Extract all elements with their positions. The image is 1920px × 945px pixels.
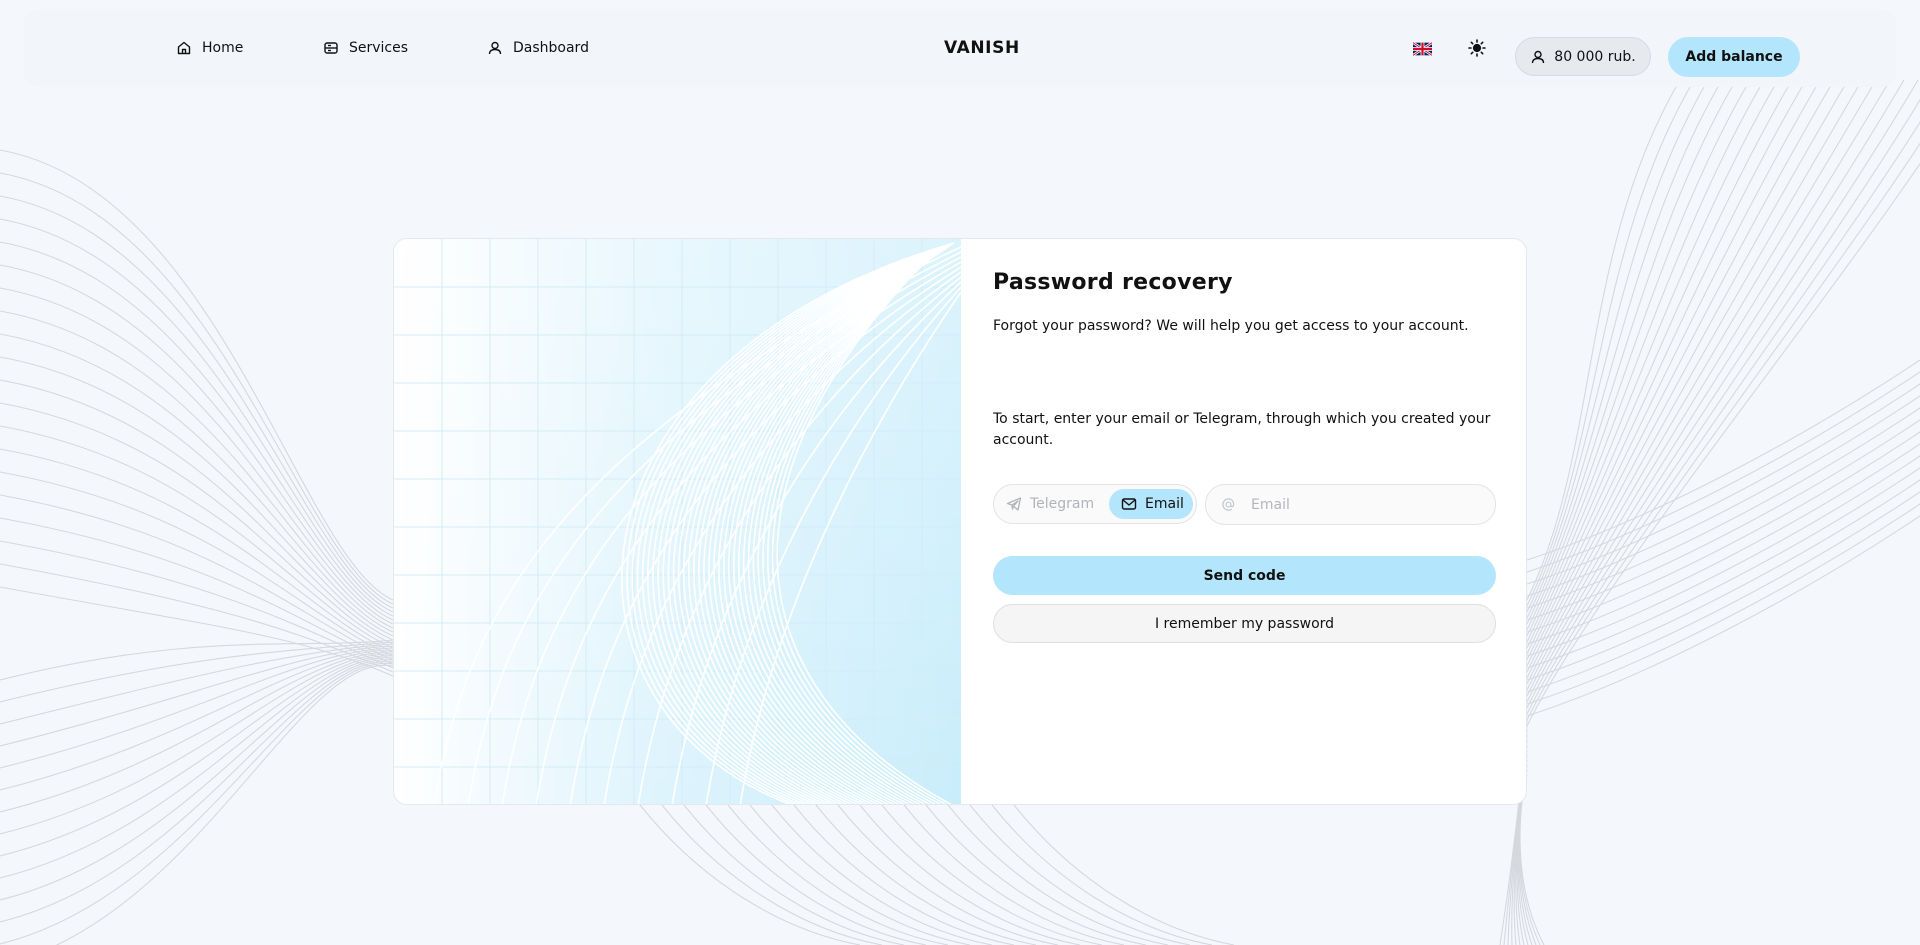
remember-password-button[interactable]: I remember my password <box>993 604 1496 643</box>
home-icon <box>176 40 192 56</box>
method-toggle: Telegram Email <box>993 484 1197 524</box>
nav-services[interactable]: Services <box>323 9 408 87</box>
nav-home[interactable]: Home <box>176 9 243 87</box>
telegram-icon <box>1006 496 1022 512</box>
email-option[interactable]: Email <box>1109 489 1193 519</box>
uk-flag-icon[interactable] <box>1412 41 1433 57</box>
email-option-label: Email <box>1145 496 1184 512</box>
sun-icon[interactable] <box>1467 38 1487 58</box>
instruction-text: To start, enter your email or Telegram, … <box>993 411 1491 448</box>
recovery-form: Password recovery Forgot your password? … <box>993 239 1496 804</box>
decorative-art-panel <box>394 239 962 804</box>
add-balance-button[interactable]: Add balance <box>1668 37 1800 77</box>
nav-home-label: Home <box>202 40 244 56</box>
email-field[interactable] <box>1205 484 1496 525</box>
nav-services-label: Services <box>349 40 409 56</box>
services-icon <box>323 40 339 56</box>
password-recovery-card: Password recovery Forgot your password? … <box>393 238 1527 805</box>
email-input[interactable] <box>1249 495 1483 514</box>
page-title: Password recovery <box>993 270 1233 295</box>
nav-dashboard[interactable]: Dashboard <box>487 9 589 87</box>
nav-dashboard-label: Dashboard <box>513 40 589 56</box>
balance-amount: 80 000 rub. <box>1554 48 1636 65</box>
subtitle: Forgot your password? We will help you g… <box>993 318 1469 334</box>
send-code-button[interactable]: Send code <box>993 556 1496 595</box>
telegram-option[interactable]: Telegram <box>1006 489 1094 519</box>
user-icon <box>1530 49 1546 65</box>
brand-logo[interactable]: VANISH <box>944 9 1020 87</box>
balance-button[interactable]: 80 000 rub. <box>1515 37 1651 76</box>
user-icon <box>487 40 503 56</box>
top-navigation-bar: Home Services Dashboard VANISH 80 000 ru… <box>24 9 1896 87</box>
telegram-option-label: Telegram <box>1030 496 1095 512</box>
mail-icon <box>1121 496 1137 512</box>
at-icon <box>1221 497 1237 513</box>
